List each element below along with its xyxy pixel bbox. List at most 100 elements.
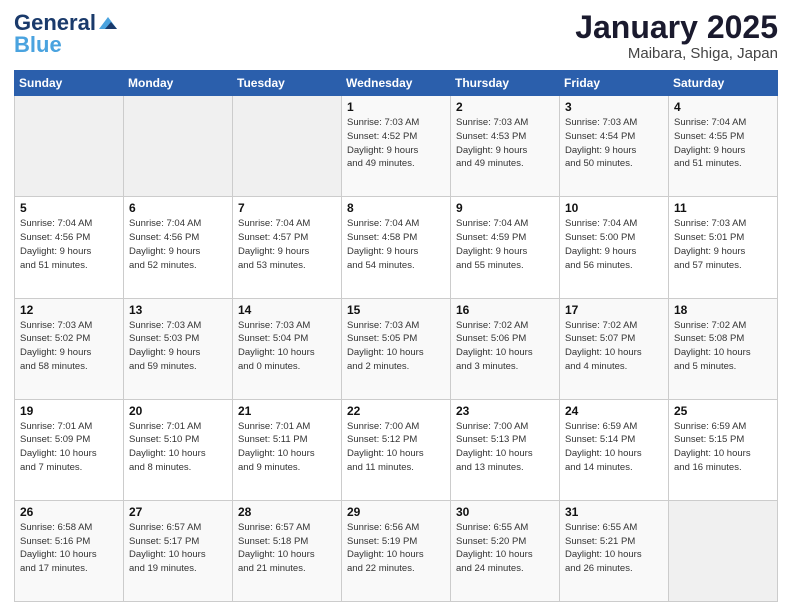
day-number: 16 [456,303,554,317]
calendar-cell: 6Sunrise: 7:04 AM Sunset: 4:56 PM Daylig… [124,197,233,298]
day-number: 13 [129,303,227,317]
day-header-thursday: Thursday [451,71,560,96]
calendar-cell: 8 Sunrise: 7:04 AM Sunset: 4:58 PM Daylig… [342,197,451,298]
day-info: Sunrise: 7:03 AM Sunset: 4:52 PM Dayligh… [347,116,445,171]
title-block: January 2025 Maibara, Shiga, Japan [575,10,778,62]
day-number: 12 [20,303,118,317]
day-info: Sunrise: 7:03 AM Sunset: 5:05 PM Dayligh… [347,319,445,374]
day-info: Sunrise: 6:55 AM Sunset: 5:20 PM Dayligh… [456,521,554,576]
calendar-cell: 22 Sunrise: 7:00 AM Sunset: 5:12 PM Dayli… [342,399,451,500]
calendar-cell: 3Sunrise: 7:03 AM Sunset: 4:54 PM Daylig… [560,96,669,197]
calendar-cell: 27 Sunrise: 6:57 AM Sunset: 5:17 PM Dayli… [124,500,233,601]
calendar-cell: 10 Sunrise: 7:04 AM Sunset: 5:00 PM Dayli… [560,197,669,298]
calendar-cell: 28 Sunrise: 6:57 AM Sunset: 5:18 PM Dayli… [233,500,342,601]
calendar-header-row: SundayMondayTuesdayWednesdayThursdayFrid… [15,71,778,96]
day-number: 21 [238,404,336,418]
calendar-week-row: 1 Sunrise: 7:03 AM Sunset: 4:52 PM Daylig… [15,96,778,197]
calendar-cell: 25 Sunrise: 6:59 AM Sunset: 5:15 PM Dayli… [669,399,778,500]
day-info: Sunrise: 7:04 AM Sunset: 4:55 PM Dayligh… [674,116,772,171]
day-number: 19 [20,404,118,418]
day-number: 4 [674,100,772,114]
calendar-cell: 5 Sunrise: 7:04 AM Sunset: 4:56 PM Daylig… [15,197,124,298]
calendar-cell: 23Sunrise: 7:00 AM Sunset: 5:13 PM Dayli… [451,399,560,500]
day-info: Sunrise: 7:04 AM Sunset: 4:56 PM Dayligh… [20,217,118,272]
day-info: Sunrise: 7:02 AM Sunset: 5:06 PM Dayligh… [456,319,554,374]
calendar-cell: 12 Sunrise: 7:03 AM Sunset: 5:02 PM Dayli… [15,298,124,399]
day-number: 6 [129,201,227,215]
calendar-cell: 26 Sunrise: 6:58 AM Sunset: 5:16 PM Dayli… [15,500,124,601]
day-number: 10 [565,201,663,215]
logo-blue: Blue [14,32,62,58]
calendar-title: January 2025 [575,10,778,45]
calendar-cell: 17Sunrise: 7:02 AM Sunset: 5:07 PM Dayli… [560,298,669,399]
day-info: Sunrise: 6:59 AM Sunset: 5:15 PM Dayligh… [674,420,772,475]
day-info: Sunrise: 6:56 AM Sunset: 5:19 PM Dayligh… [347,521,445,576]
day-info: Sunrise: 7:00 AM Sunset: 5:12 PM Dayligh… [347,420,445,475]
day-info: Sunrise: 7:04 AM Sunset: 5:00 PM Dayligh… [565,217,663,272]
calendar-cell: 20 Sunrise: 7:01 AM Sunset: 5:10 PM Dayli… [124,399,233,500]
calendar-week-row: 5 Sunrise: 7:04 AM Sunset: 4:56 PM Daylig… [15,197,778,298]
calendar-week-row: 26 Sunrise: 6:58 AM Sunset: 5:16 PM Dayli… [15,500,778,601]
day-info: Sunrise: 7:03 AM Sunset: 4:54 PM Dayligh… [565,116,663,171]
day-number: 20 [129,404,227,418]
calendar-cell: 14 Sunrise: 7:03 AM Sunset: 5:04 PM Dayli… [233,298,342,399]
day-number: 26 [20,505,118,519]
day-number: 15 [347,303,445,317]
day-info: Sunrise: 7:00 AM Sunset: 5:13 PM Dayligh… [456,420,554,475]
calendar-subtitle: Maibara, Shiga, Japan [575,45,778,62]
day-info: Sunrise: 6:57 AM Sunset: 5:18 PM Dayligh… [238,521,336,576]
day-info: Sunrise: 7:01 AM Sunset: 5:10 PM Dayligh… [129,420,227,475]
day-info: Sunrise: 7:02 AM Sunset: 5:07 PM Dayligh… [565,319,663,374]
day-number: 8 [347,201,445,215]
calendar-cell: 24Sunrise: 6:59 AM Sunset: 5:14 PM Dayli… [560,399,669,500]
calendar-cell: 7Sunrise: 7:04 AM Sunset: 4:57 PM Daylig… [233,197,342,298]
header: General Blue January 2025 Maibara, Shiga… [14,10,778,62]
day-info: Sunrise: 7:01 AM Sunset: 5:11 PM Dayligh… [238,420,336,475]
day-number: 30 [456,505,554,519]
calendar-cell: 16 Sunrise: 7:02 AM Sunset: 5:06 PM Dayli… [451,298,560,399]
calendar-table: SundayMondayTuesdayWednesdayThursdayFrid… [14,70,778,602]
day-number: 25 [674,404,772,418]
day-number: 24 [565,404,663,418]
day-info: Sunrise: 7:03 AM Sunset: 5:02 PM Dayligh… [20,319,118,374]
calendar-cell: 13Sunrise: 7:03 AM Sunset: 5:03 PM Dayli… [124,298,233,399]
day-header-saturday: Saturday [669,71,778,96]
calendar-cell: 29 Sunrise: 6:56 AM Sunset: 5:19 PM Dayli… [342,500,451,601]
day-number: 1 [347,100,445,114]
calendar-cell: 4 Sunrise: 7:04 AM Sunset: 4:55 PM Daylig… [669,96,778,197]
day-info: Sunrise: 6:58 AM Sunset: 5:16 PM Dayligh… [20,521,118,576]
calendar-cell: 2Sunrise: 7:03 AM Sunset: 4:53 PM Daylig… [451,96,560,197]
calendar-cell [233,96,342,197]
day-info: Sunrise: 7:03 AM Sunset: 5:01 PM Dayligh… [674,217,772,272]
calendar-cell [669,500,778,601]
day-info: Sunrise: 7:02 AM Sunset: 5:08 PM Dayligh… [674,319,772,374]
logo: General Blue [14,10,119,58]
logo-icon [97,15,119,31]
day-header-tuesday: Tuesday [233,71,342,96]
page: General Blue January 2025 Maibara, Shiga… [0,0,792,612]
calendar-week-row: 12 Sunrise: 7:03 AM Sunset: 5:02 PM Dayli… [15,298,778,399]
day-number: 31 [565,505,663,519]
calendar-cell: 21 Sunrise: 7:01 AM Sunset: 5:11 PM Dayli… [233,399,342,500]
day-number: 11 [674,201,772,215]
calendar-cell: 15 Sunrise: 7:03 AM Sunset: 5:05 PM Dayli… [342,298,451,399]
day-info: Sunrise: 7:04 AM Sunset: 4:58 PM Dayligh… [347,217,445,272]
day-number: 27 [129,505,227,519]
day-number: 22 [347,404,445,418]
day-header-wednesday: Wednesday [342,71,451,96]
calendar-cell: 9Sunrise: 7:04 AM Sunset: 4:59 PM Daylig… [451,197,560,298]
calendar-cell: 30 Sunrise: 6:55 AM Sunset: 5:20 PM Dayli… [451,500,560,601]
day-info: Sunrise: 7:03 AM Sunset: 5:04 PM Dayligh… [238,319,336,374]
day-number: 29 [347,505,445,519]
calendar-cell: 31 Sunrise: 6:55 AM Sunset: 5:21 PM Dayli… [560,500,669,601]
day-info: Sunrise: 6:55 AM Sunset: 5:21 PM Dayligh… [565,521,663,576]
day-number: 7 [238,201,336,215]
day-info: Sunrise: 6:57 AM Sunset: 5:17 PM Dayligh… [129,521,227,576]
calendar-cell: 11 Sunrise: 7:03 AM Sunset: 5:01 PM Dayli… [669,197,778,298]
day-number: 14 [238,303,336,317]
calendar-cell: 19Sunrise: 7:01 AM Sunset: 5:09 PM Dayli… [15,399,124,500]
day-header-monday: Monday [124,71,233,96]
day-number: 28 [238,505,336,519]
day-number: 5 [20,201,118,215]
calendar-cell: 1 Sunrise: 7:03 AM Sunset: 4:52 PM Daylig… [342,96,451,197]
